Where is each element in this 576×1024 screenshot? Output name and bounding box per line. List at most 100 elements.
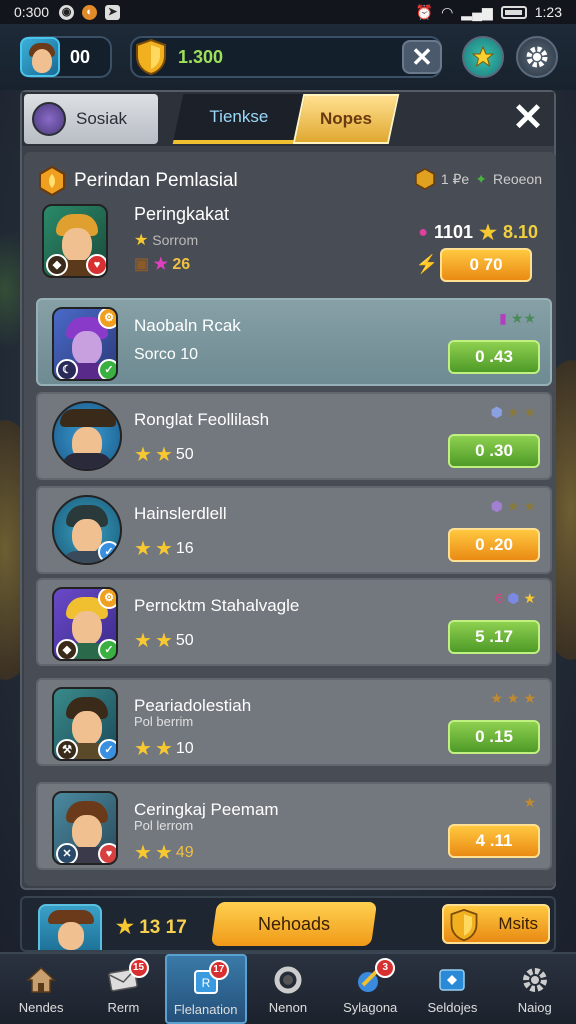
rank-icons: ⬢ ★ ★ — [491, 498, 536, 515]
nav-sylagona[interactable]: 3 Sylagona — [329, 954, 411, 1024]
row-name: Ronglat Feollilash — [134, 410, 270, 429]
signal-icon: ▂▄▆ — [461, 3, 493, 20]
star-icon: ★ — [523, 794, 536, 810]
side-action-button[interactable]: Msits — [442, 904, 550, 944]
heart-icon: ● — [418, 223, 428, 241]
send-icon: ➤ — [105, 4, 121, 20]
leaderboard-panel: Sosiak Tienkse Nopes ✕ Perindan Pemlasia… — [20, 90, 556, 890]
gear-icon — [518, 964, 552, 996]
tab-social[interactable]: Sosiak — [24, 94, 158, 144]
hexagon-small-icon — [415, 168, 435, 190]
rank-badge-icon: ⚙ — [98, 589, 116, 609]
house-icon — [24, 964, 58, 996]
currency-amount: 1.300 — [178, 46, 224, 67]
main-action-button[interactable]: Nehoads — [210, 902, 378, 946]
tab-nopes[interactable]: Nopes — [292, 94, 400, 144]
rank-icons: ▮ ★★ — [499, 310, 536, 327]
moon-badge-icon: ☾ — [56, 359, 78, 379]
panel-close-icon[interactable]: ✕ — [508, 99, 548, 140]
player-bar: ★ 13 17 Nehoads Msits — [20, 896, 556, 952]
featured-action-button[interactable]: 0 70 — [440, 248, 532, 282]
check-badge-icon: ✓ — [98, 639, 116, 659]
hexagon-badge-icon — [39, 166, 65, 196]
meta-label: Reoeon — [492, 171, 542, 187]
star-icon: ★ — [506, 404, 520, 420]
star-icon: ★ — [523, 404, 536, 420]
row-action-button[interactable]: 0 .30 — [448, 434, 540, 468]
row-stars-value: 10 — [175, 739, 194, 757]
favorites-button[interactable] — [462, 36, 504, 78]
tab-tienkse[interactable]: Tienkse — [172, 94, 304, 144]
featured-entry[interactable]: ◆ ♥ Peringkakat ★ Sorrom ▣ ★ 26 ● 1101 ★… — [38, 200, 542, 288]
row-portrait: ⚙ ☾ ✓ — [52, 307, 118, 381]
battery-icon — [500, 5, 527, 19]
ranking-row[interactable]: ⚙ ◆ ✓ Perncktm Stahalvagle ★ ★ 50 6 ⬢ ★ 5 .… — [36, 578, 552, 666]
nav-seldojes[interactable]: Seldojes — [411, 954, 493, 1024]
nav-home[interactable]: Nendes — [0, 954, 82, 1024]
ring-icon — [271, 964, 305, 996]
social-avatar-icon — [32, 102, 66, 136]
ranking-row[interactable]: ✓ Hainslerdlell ★ ★ 16 ⬢ ★ ★ 0 .20 — [36, 486, 552, 574]
row-stars-value: 49 — [175, 843, 194, 861]
status-bar: 0:300 ◉ ◐ ➤ ⏰ ◠ ▂▄▆ 1:23 — [0, 0, 576, 24]
nav-label: Flelanation — [173, 1002, 238, 1017]
row-action-button[interactable]: 0 .20 — [448, 528, 540, 562]
wifi-icon: ◠ — [441, 3, 454, 20]
row-sub: Pol lerrom — [134, 818, 194, 833]
ranking-list: Perindan Pemlasial 1 ₽e ✦ Reoeon ◆ ♥ Per… — [24, 152, 556, 886]
gear-icon — [526, 46, 548, 68]
row-stats: ★ ★ 10 — [134, 738, 194, 760]
nav-rerm[interactable]: 15 Rerm — [82, 954, 164, 1024]
nav-badge: 15 — [128, 958, 149, 978]
ranking-row[interactable]: ✕ ♥ Ceringkaj Peemam Pol lerrom ★ ★ 49 ★ … — [36, 782, 552, 870]
ranking-row[interactable]: ⚒ ✓ Peariadolestiah Pol berrim ★ ★ 10 ★ ★ ★… — [36, 678, 552, 766]
close-icon[interactable]: ✕ — [402, 40, 442, 74]
check-badge-icon: ✓ — [98, 359, 116, 379]
pickaxe-badge-icon: ⚒ — [56, 739, 78, 759]
row-action-button[interactable]: 5 .17 — [448, 620, 540, 654]
nav-flelanation[interactable]: R 17 Flelanation — [164, 954, 247, 1024]
svg-text:R: R — [201, 976, 210, 990]
meta-count: 1 ₽e — [440, 170, 470, 187]
ranking-row[interactable]: ⚙ ☾ ✓ Naobaln Rcak Sorco 10 ▮ ★★ 0 .43 — [36, 298, 552, 386]
row-stars-value: 50 — [175, 631, 194, 649]
row-portrait: ⚒ ✓ — [52, 687, 118, 761]
row-portrait: ✓ — [52, 495, 122, 565]
row-action-button[interactable]: 0 .15 — [448, 720, 540, 754]
star-icon: ★ — [134, 232, 149, 249]
side-action-label: Msits — [498, 914, 538, 933]
nav-label: Nendes — [18, 1000, 64, 1015]
star-icon: ★ — [523, 498, 536, 514]
row-stats: Sorco 10 — [134, 346, 199, 363]
nav-badge: 3 — [375, 958, 396, 978]
player-level: 00 — [70, 46, 91, 67]
featured-sub: ★ Sorrom — [134, 230, 198, 250]
check-badge-icon: ✓ — [98, 541, 120, 563]
row-name: Perncktm Stahalvagle — [134, 596, 300, 615]
player-profile[interactable]: 00 — [20, 36, 112, 78]
chest-icon: ▣ — [134, 256, 150, 273]
player-points: ★ 13 17 — [116, 914, 187, 939]
nav-nenon[interactable]: Nenon — [247, 954, 329, 1024]
settings-button[interactable] — [516, 36, 558, 78]
star-icon: ★ — [116, 916, 134, 938]
row-portrait — [52, 401, 122, 471]
gem-icon: ⬢ — [507, 590, 520, 606]
row-sub: Pol berrim — [134, 714, 194, 729]
potion-icon: 6 — [495, 590, 504, 606]
list-title: Perindan Pemlasial — [74, 170, 238, 191]
rank-badge-icon: ◆ — [46, 254, 68, 276]
leaf-icon: ✦ — [475, 170, 487, 187]
potion-icon: ▮ — [499, 310, 507, 326]
rank-badge-icon: ⚙ — [98, 309, 116, 329]
row-stats: ★ ★ 50 — [134, 444, 194, 466]
ranking-row[interactable]: Ronglat Feollilash ★ ★ 50 ⬢ ★ ★ 0 .30 — [36, 392, 552, 480]
tab-tienkse-label: Tienkse — [208, 107, 268, 126]
player-points-value: 13 17 — [139, 917, 187, 938]
list-header: Perindan Pemlasial — [38, 166, 238, 196]
nav-naiog[interactable]: Naiog — [494, 954, 576, 1024]
tab-nopes-label: Nopes — [320, 109, 372, 128]
row-action-button[interactable]: 4 .11 — [448, 824, 540, 858]
star-icon — [471, 45, 495, 68]
row-action-button[interactable]: 0 .43 — [448, 340, 540, 374]
